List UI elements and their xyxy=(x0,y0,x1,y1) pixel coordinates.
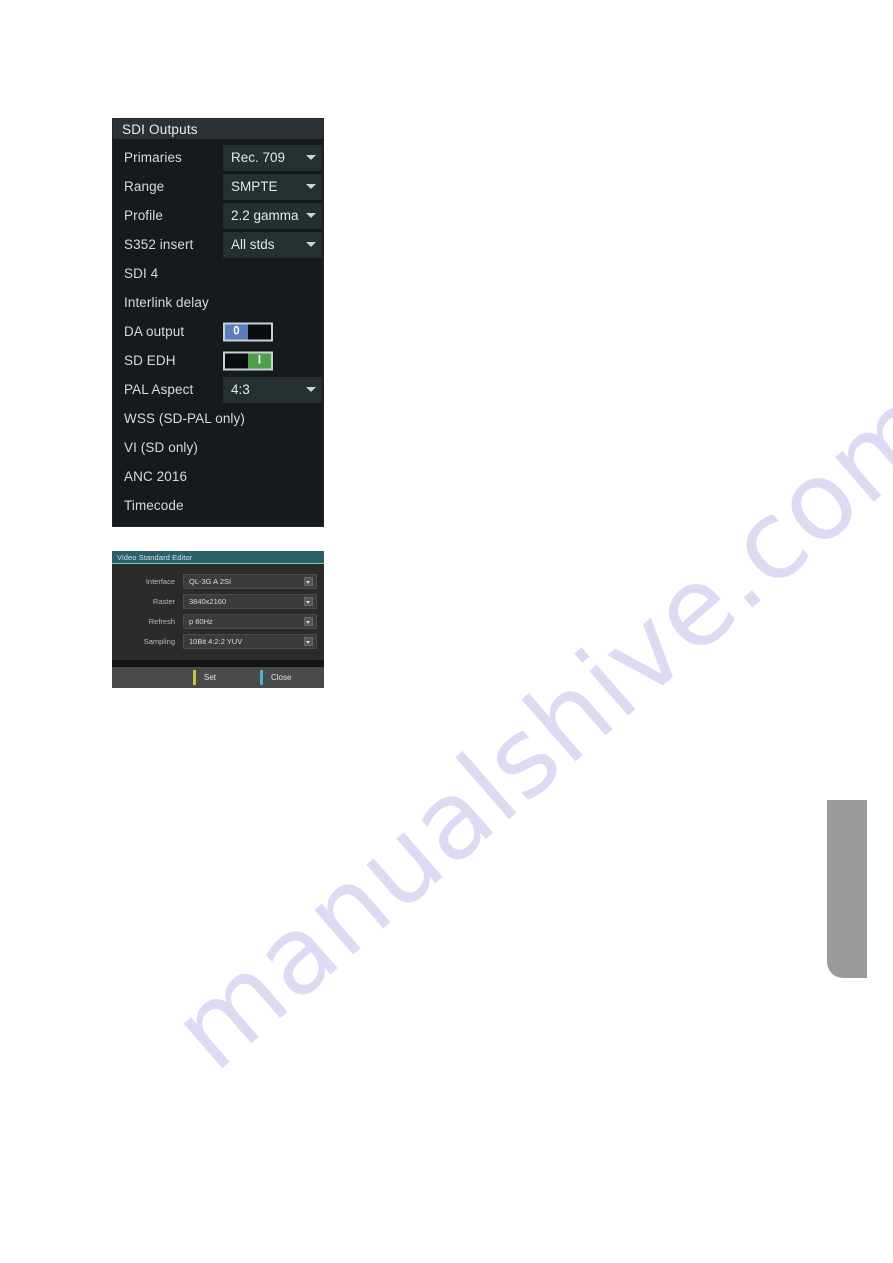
set-button[interactable]: Set xyxy=(190,667,257,688)
vse-row-label: Refresh xyxy=(148,617,175,626)
sdi-row-sdi-4[interactable]: SDI 4 xyxy=(113,259,323,288)
chevron-down-icon xyxy=(306,155,316,160)
vse-row-refresh[interactable]: Refresh p 60Hz xyxy=(119,612,317,631)
close-button-label: Close xyxy=(271,673,292,682)
sdi-row-label: PAL Aspect xyxy=(124,382,194,397)
raster-dropdown[interactable]: 3840x2160 xyxy=(183,594,317,609)
sdi-row-label: Interlink delay xyxy=(124,295,209,310)
profile-dropdown[interactable]: 2.2 gamma xyxy=(223,202,322,229)
vse-row-label: Interface xyxy=(145,577,175,586)
sdi-row-anc-2016[interactable]: ANC 2016 xyxy=(113,462,323,491)
sdi-row-label: VI (SD only) xyxy=(124,440,198,455)
vse-row-label: Sampling xyxy=(143,637,175,646)
sdi-row-label: Timecode xyxy=(124,498,184,513)
pal-aspect-dropdown[interactable]: 4:3 xyxy=(223,376,322,403)
primaries-dropdown[interactable]: Rec. 709 xyxy=(223,144,322,171)
sdi-row-profile[interactable]: Profile 2.2 gamma xyxy=(113,201,323,230)
range-dropdown[interactable]: SMPTE xyxy=(223,173,322,200)
vse-row-label: Raster xyxy=(152,597,175,606)
vse-row-raster[interactable]: Raster 3840x2160 xyxy=(119,592,317,611)
chevron-down-icon xyxy=(306,387,316,392)
sdi-row-primaries[interactable]: Primaries Rec. 709 xyxy=(113,143,323,172)
chevron-down-icon xyxy=(306,184,316,189)
sampling-value: 10Bit 4:2:2 YUV xyxy=(189,637,243,646)
sdi-row-s352-insert[interactable]: S352 insert All stds xyxy=(113,230,323,259)
page-edge-tab[interactable] xyxy=(827,800,867,978)
sdi-outputs-row-list: Primaries Rec. 709 Range SMPTE Profile 2… xyxy=(113,140,323,526)
sdi-row-label: DA output xyxy=(124,324,185,339)
chevron-down-icon xyxy=(304,617,313,626)
sdi-row-pal-aspect[interactable]: PAL Aspect 4:3 xyxy=(113,375,323,404)
da-output-toggle-state: 0 xyxy=(225,324,248,339)
sdi-row-sd-edh[interactable]: SD EDH I xyxy=(113,346,323,375)
video-standard-editor-dialog: Video Standard Editor Interface QL-3G A … xyxy=(112,551,324,688)
sdi-row-label: S352 insert xyxy=(124,237,194,252)
set-button-label: Set xyxy=(204,673,217,682)
sdi-row-da-output[interactable]: DA output 0 xyxy=(113,317,323,346)
chevron-down-icon xyxy=(306,242,316,247)
sdi-row-label: Range xyxy=(124,179,165,194)
chevron-down-icon xyxy=(304,637,313,646)
s352-insert-value: All stds xyxy=(231,237,275,252)
sdi-row-label: Profile xyxy=(124,208,163,223)
interface-dropdown[interactable]: QL-3G A 2SI xyxy=(183,574,317,589)
sdi-row-timecode[interactable]: Timecode xyxy=(113,491,323,520)
sampling-dropdown[interactable]: 10Bit 4:2:2 YUV xyxy=(183,634,317,649)
chevron-down-icon xyxy=(304,577,313,586)
s352-insert-dropdown[interactable]: All stds xyxy=(223,231,322,258)
video-standard-editor-body: Interface QL-3G A 2SI Raster 3840x2160 R… xyxy=(112,564,324,660)
sdi-row-label: SDI 4 xyxy=(124,266,159,281)
video-standard-editor-footer: Set Close xyxy=(112,667,324,688)
sdi-outputs-panel: SDI Outputs Primaries Rec. 709 Range SMP… xyxy=(112,118,324,527)
sdi-row-vi[interactable]: VI (SD only) xyxy=(113,433,323,462)
video-standard-editor-title: Video Standard Editor xyxy=(112,551,324,564)
vse-row-interface[interactable]: Interface QL-3G A 2SI xyxy=(119,572,317,591)
sd-edh-toggle[interactable]: I xyxy=(223,351,273,370)
pal-aspect-value: 4:3 xyxy=(231,382,250,397)
raster-value: 3840x2160 xyxy=(189,597,227,606)
vse-divider xyxy=(112,660,324,667)
chevron-down-icon xyxy=(306,213,316,218)
sdi-row-interlink-delay[interactable]: Interlink delay xyxy=(113,288,323,317)
range-value: SMPTE xyxy=(231,179,278,194)
sdi-row-range[interactable]: Range SMPTE xyxy=(113,172,323,201)
vse-row-sampling[interactable]: Sampling 10Bit 4:2:2 YUV xyxy=(119,632,317,651)
sdi-row-label: WSS (SD-PAL only) xyxy=(124,411,245,426)
primaries-value: Rec. 709 xyxy=(231,150,286,165)
da-output-toggle-track xyxy=(248,324,271,339)
sd-edh-toggle-track xyxy=(225,353,248,368)
sdi-row-label: SD EDH xyxy=(124,353,176,368)
refresh-value: p 60Hz xyxy=(189,617,213,626)
close-button[interactable]: Close xyxy=(257,667,324,688)
sdi-row-label: Primaries xyxy=(124,150,182,165)
sdi-row-wss[interactable]: WSS (SD-PAL only) xyxy=(113,404,323,433)
refresh-dropdown[interactable]: p 60Hz xyxy=(183,614,317,629)
profile-value: 2.2 gamma xyxy=(231,208,299,223)
interface-value: QL-3G A 2SI xyxy=(189,577,232,586)
da-output-toggle[interactable]: 0 xyxy=(223,322,273,341)
sdi-row-label: ANC 2016 xyxy=(124,469,188,484)
sd-edh-toggle-state: I xyxy=(248,353,271,368)
chevron-down-icon xyxy=(304,597,313,606)
sdi-outputs-title: SDI Outputs xyxy=(113,119,323,140)
